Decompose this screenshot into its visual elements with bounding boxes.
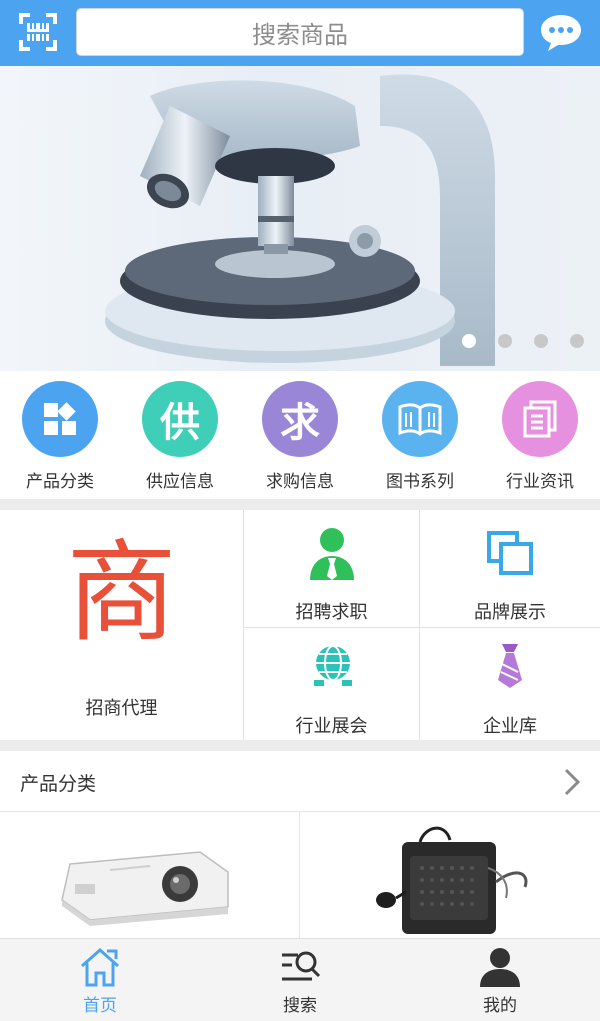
speaker-image xyxy=(376,826,528,934)
bottom-tab-bar: 首页 搜索 我的 xyxy=(0,938,600,1021)
product-card[interactable] xyxy=(0,812,300,938)
quick-link-label: 求购信息 xyxy=(266,472,334,492)
expo-cell[interactable]: 行业展会 xyxy=(244,628,420,740)
chat-icon[interactable] xyxy=(538,12,584,54)
product-category-header[interactable]: 产品分类 xyxy=(0,751,600,812)
purchase-icon: 求 xyxy=(262,381,338,457)
product-list xyxy=(0,812,600,938)
investment-agent-cell[interactable]: 商 招商代理 xyxy=(0,510,244,740)
tie-icon xyxy=(496,642,524,690)
recruit-label: 招聘求职 xyxy=(295,602,368,623)
carousel-dot[interactable] xyxy=(462,334,476,348)
quick-link-purchase[interactable]: 求 求购信息 xyxy=(240,381,360,493)
grid-icon xyxy=(22,381,98,457)
tab-mine[interactable]: 我的 xyxy=(400,939,600,1021)
globe-icon xyxy=(310,642,356,688)
quick-link-books[interactable]: 图书系列 xyxy=(360,381,480,493)
book-icon xyxy=(382,381,458,457)
section-divider xyxy=(0,740,600,751)
news-icon xyxy=(502,381,578,457)
recruit-cell[interactable]: 招聘求职 xyxy=(244,510,420,628)
company-label: 企业库 xyxy=(483,716,537,737)
investment-icon: 商 xyxy=(66,529,177,657)
tab-label: 搜索 xyxy=(283,996,317,1016)
product-card[interactable] xyxy=(300,812,600,938)
carousel-dot[interactable] xyxy=(570,334,584,348)
banner-carousel[interactable] xyxy=(0,66,600,371)
carousel-dot[interactable] xyxy=(498,334,512,348)
scan-icon[interactable] xyxy=(18,12,58,52)
quick-link-label: 供应信息 xyxy=(146,472,214,492)
tab-home[interactable]: 首页 xyxy=(0,939,200,1021)
projector-image xyxy=(61,851,229,926)
feature-grid: 商 招商代理 招聘求职 品牌展示 行业展会 企业库 xyxy=(0,510,600,740)
supply-icon: 供 xyxy=(142,381,218,457)
company-cell[interactable]: 企业库 xyxy=(420,628,600,740)
brand-label: 品牌展示 xyxy=(474,602,546,623)
microscope-image xyxy=(105,74,495,367)
chevron-right-icon[interactable] xyxy=(562,767,582,797)
carousel-dot[interactable] xyxy=(534,334,548,348)
quick-link-news[interactable]: 行业资讯 xyxy=(480,381,600,493)
overlap-squares-icon xyxy=(486,530,534,576)
carousel-indicator xyxy=(462,334,584,348)
quick-link-label: 行业资讯 xyxy=(506,472,574,492)
tab-search[interactable]: 搜索 xyxy=(200,939,400,1021)
brand-cell[interactable]: 品牌展示 xyxy=(420,510,600,628)
investment-label: 招商代理 xyxy=(85,698,158,719)
person-icon xyxy=(308,526,356,582)
home-icon xyxy=(78,945,122,989)
user-icon xyxy=(478,945,522,989)
section-divider xyxy=(0,499,600,510)
tab-label: 首页 xyxy=(83,996,117,1016)
quick-link-supply[interactable]: 供 供应信息 xyxy=(120,381,240,493)
search-placeholder: 搜索商品 xyxy=(252,20,348,49)
section-title: 产品分类 xyxy=(20,773,97,795)
quick-link-product-category[interactable]: 产品分类 xyxy=(0,381,120,493)
top-bar: 搜索商品 xyxy=(0,0,600,66)
quick-links: 产品分类 供 供应信息 求 求购信息 图书系列 行业资讯 xyxy=(0,371,600,499)
quick-link-label: 产品分类 xyxy=(26,472,94,492)
quick-link-label: 图书系列 xyxy=(386,472,454,492)
search-input[interactable]: 搜索商品 xyxy=(76,8,524,56)
tab-label: 我的 xyxy=(483,996,517,1016)
search-list-icon xyxy=(278,945,322,989)
expo-label: 行业展会 xyxy=(295,716,368,737)
